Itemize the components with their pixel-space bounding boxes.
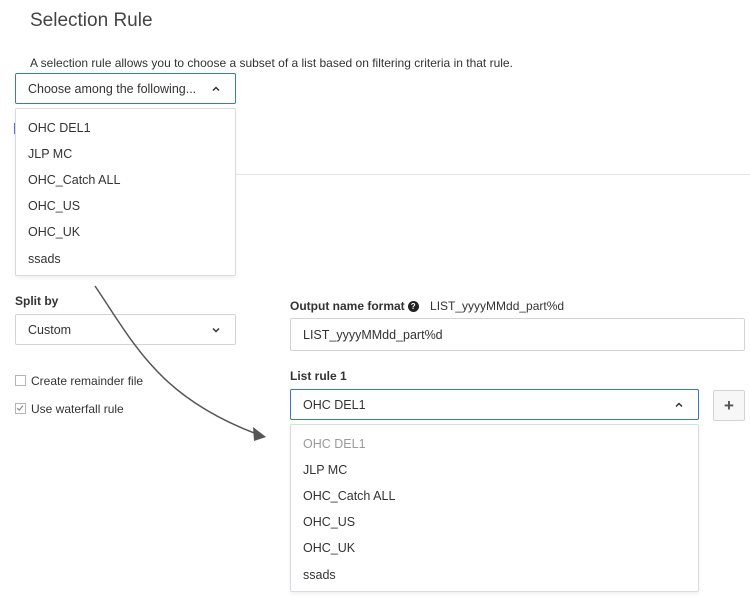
output-name-input[interactable]: LIST_yyyyMMdd_part%d	[290, 318, 745, 351]
output-name-example: LIST_yyyyMMdd_part%d	[430, 299, 565, 313]
page-title: Selection Rule	[30, 10, 153, 31]
checkmark-icon	[16, 405, 24, 411]
output-name-header: Output name format? LIST_yyyyMMdd_part%d	[290, 299, 564, 313]
output-name-label: Output name format	[290, 299, 405, 313]
list-rule-label: List rule 1	[290, 369, 347, 383]
chevron-down-icon	[212, 327, 220, 333]
rule-source-select-value: Choose among the following...	[28, 81, 197, 96]
split-by-select-value: Custom	[28, 322, 72, 337]
help-icon[interactable]: ?	[407, 301, 419, 312]
list-rule-option[interactable]: OHC_UK	[303, 541, 355, 555]
list-rule-select-value: OHC DEL1	[303, 397, 366, 412]
page-description: A selection rule allows you to choose a …	[30, 56, 513, 70]
use-waterfall-label: Use waterfall rule	[31, 402, 124, 416]
rule-source-option[interactable]: OHC DEL1	[28, 121, 91, 135]
list-rule-option[interactable]: OHC_Catch ALL	[303, 489, 395, 503]
split-by-label: Split by	[15, 294, 59, 308]
output-name-input-value: LIST_yyyyMMdd_part%d	[303, 327, 443, 342]
list-rule-menu: OHC DEL1 JLP MC OHC_Catch ALL OHC_US OHC…	[290, 424, 699, 592]
chevron-up-icon	[212, 85, 220, 91]
rule-source-option[interactable]: ssads	[28, 252, 61, 266]
section-divider	[236, 174, 750, 175]
use-waterfall-checkbox[interactable]	[15, 403, 26, 414]
rule-source-option[interactable]: OHC_Catch ALL	[28, 173, 120, 187]
rule-source-menu: OHC DEL1 JLP MC OHC_Catch ALL OHC_US OHC…	[15, 108, 236, 276]
rule-source-option[interactable]: OHC_US	[28, 199, 80, 213]
chevron-up-icon	[675, 401, 683, 407]
create-remainder-label: Create remainder file	[31, 374, 144, 388]
list-rule-option[interactable]: OHC_US	[303, 515, 355, 529]
split-by-select[interactable]: Custom	[15, 314, 236, 345]
list-rule-select[interactable]: OHC DEL1	[290, 389, 699, 420]
add-list-rule-button[interactable]: +	[713, 390, 745, 421]
list-rule-option[interactable]: ssads	[303, 568, 336, 582]
create-remainder-checkbox[interactable]	[15, 375, 26, 386]
list-rule-option-selected[interactable]: OHC DEL1	[303, 437, 366, 451]
rule-source-option[interactable]: JLP MC	[28, 147, 72, 161]
list-rule-option[interactable]: JLP MC	[303, 463, 347, 477]
annotation-arrow-head	[253, 427, 266, 441]
rule-source-select[interactable]: Choose among the following...	[15, 73, 236, 104]
rule-source-option[interactable]: OHC_UK	[28, 225, 80, 239]
plus-icon: +	[724, 395, 734, 415]
